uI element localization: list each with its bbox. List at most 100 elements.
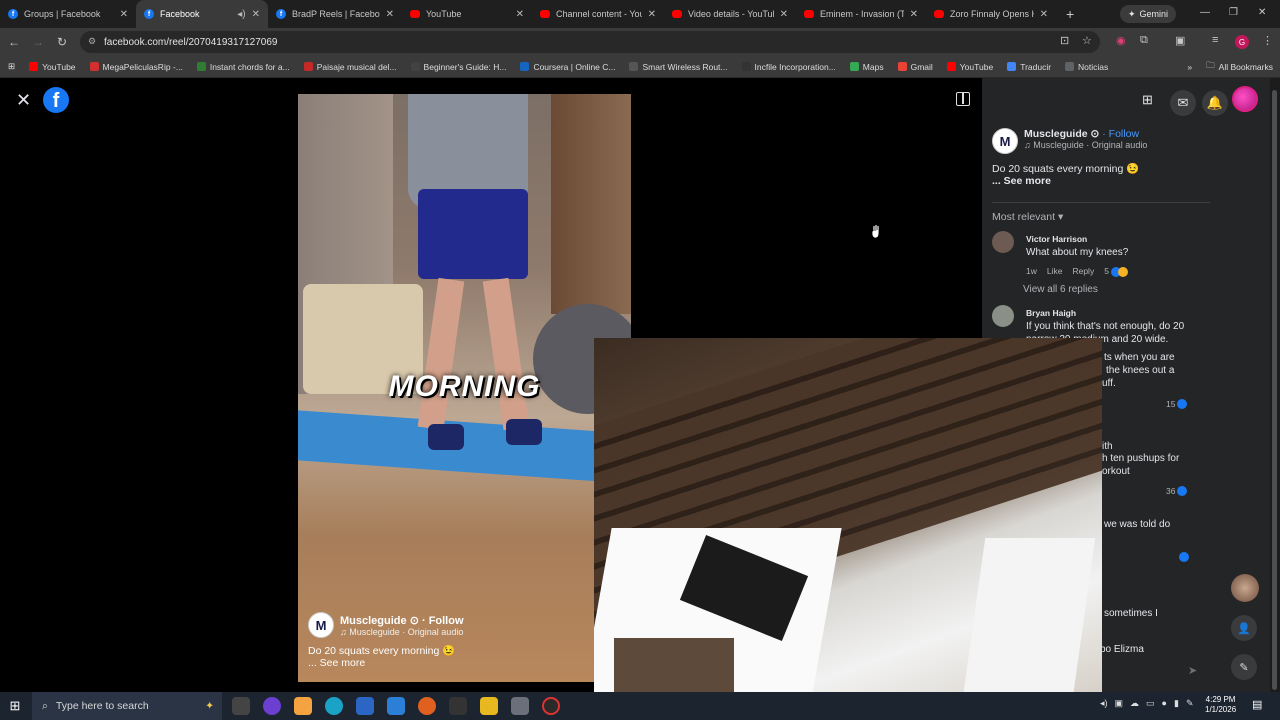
close-tab-icon[interactable]: ✕: [1040, 9, 1048, 20]
bookmark-item[interactable]: Instant chords for a...: [190, 62, 297, 72]
notifications-icon[interactable]: ▤: [1252, 698, 1262, 711]
tab-video-details[interactable]: Video details - YouTube ✕: [664, 0, 796, 28]
app-icon[interactable]: [294, 697, 312, 715]
app-icon[interactable]: [387, 697, 405, 715]
close-tab-icon[interactable]: ✕: [516, 9, 524, 20]
close-icon[interactable]: ✕: [16, 90, 31, 111]
bookmark-item[interactable]: Smart Wireless Rout...: [622, 62, 734, 72]
commenter-name[interactable]: Bryan Haigh: [1026, 308, 1196, 318]
task-view-icon[interactable]: [232, 697, 250, 715]
all-bookmarks-button[interactable]: 🗀 All Bookmarks: [1199, 60, 1280, 74]
bookmark-item[interactable]: Maps: [843, 62, 891, 72]
bookmark-item[interactable]: Incfile Incorporation...: [735, 62, 843, 72]
install-app-icon[interactable]: ⊡: [1060, 34, 1069, 47]
reload-button[interactable]: ↻: [50, 35, 74, 49]
post-audio[interactable]: Muscleguide · Original audio: [1033, 140, 1147, 150]
close-tab-icon[interactable]: ✕: [386, 9, 394, 20]
close-tab-icon[interactable]: ✕: [252, 9, 260, 20]
page-scrollbar[interactable]: [1270, 78, 1280, 692]
extension-icon[interactable]: ◉: [1116, 34, 1126, 47]
close-tab-icon[interactable]: ✕: [910, 9, 918, 20]
pen-icon[interactable]: ✎: [1186, 698, 1194, 709]
new-tab-button[interactable]: +: [1056, 6, 1084, 22]
tab-bradp-reels[interactable]: f BradP Reels | Facebook ✕: [268, 0, 402, 28]
cloud-icon[interactable]: ☁: [1130, 698, 1139, 709]
account-avatar[interactable]: [1232, 86, 1258, 115]
comment-time[interactable]: 1w: [1026, 266, 1037, 276]
minimize-window-button[interactable]: —: [1200, 7, 1210, 18]
new-message-icon[interactable]: ✎: [1231, 654, 1257, 680]
tab-groups-facebook[interactable]: f Groups | Facebook ✕: [0, 0, 136, 28]
speaker-icon[interactable]: ◂): [1100, 698, 1108, 709]
network-icon[interactable]: ▭: [1146, 698, 1155, 709]
close-tab-icon[interactable]: ✕: [780, 9, 788, 20]
browser-menu-icon[interactable]: ⋮: [1262, 34, 1273, 47]
app-icon[interactable]: [449, 697, 467, 715]
post-author[interactable]: Muscleguide: [1024, 128, 1088, 140]
app-circle-icon[interactable]: [263, 697, 281, 715]
see-more-link[interactable]: ... See more: [308, 657, 608, 669]
commenter-name[interactable]: Victor Harrison: [1026, 234, 1206, 244]
mic-icon[interactable]: ●: [1162, 698, 1167, 709]
see-more-link[interactable]: ... See more: [992, 175, 1051, 187]
side-panel-icon[interactable]: ▣: [1175, 34, 1185, 47]
bookmark-item[interactable]: YouTube: [22, 62, 82, 72]
reaction-count[interactable]: 5: [1104, 266, 1129, 277]
address-bar[interactable]: ⚙ facebook.com/reel/2070419317127069: [80, 31, 1100, 53]
reel-video[interactable]: MORNING M Muscleguide ⊙ · Follow ♫ Muscl…: [298, 94, 631, 682]
view-replies-link[interactable]: View all 6 replies: [1023, 284, 1098, 295]
contacts-icon[interactable]: 👤: [1231, 615, 1257, 641]
apps-grid-icon[interactable]: ⊞: [0, 61, 22, 72]
bookmark-item[interactable]: Paisaje musical del...: [297, 62, 404, 72]
reaction-count[interactable]: [1179, 552, 1189, 562]
edge-icon[interactable]: [325, 697, 343, 715]
comment-input-placeholder[interactable]: bo Elizma: [1100, 644, 1144, 655]
reel-audio[interactable]: Muscleguide · Original audio: [349, 627, 463, 637]
back-button[interactable]: ←: [2, 35, 26, 49]
reel-author[interactable]: Muscleguide: [340, 615, 407, 627]
bookmark-item[interactable]: Gmail: [891, 62, 940, 72]
extensions-puzzle-icon[interactable]: ⧉: [1140, 34, 1148, 47]
close-tab-icon[interactable]: ✕: [648, 9, 656, 20]
facebook-logo[interactable]: f: [43, 87, 69, 113]
messenger-icon[interactable]: ✉: [1170, 90, 1196, 116]
bookmark-star-icon[interactable]: ☆: [1082, 34, 1092, 47]
taskbar-search[interactable]: ⌕ Type here to search ✦: [32, 692, 222, 720]
avatar[interactable]: M: [308, 612, 334, 638]
avatar[interactable]: [992, 231, 1014, 253]
forward-button[interactable]: →: [26, 35, 50, 49]
tab-eminem-invasion[interactable]: Eminem - Invasion (Th ✕: [796, 0, 926, 28]
tab-zoro[interactable]: Zoro Finnaly Opens Hi ✕: [926, 0, 1056, 28]
audio-playing-icon[interactable]: ◂): [237, 9, 245, 20]
app-icon[interactable]: [356, 697, 374, 715]
bookmark-item[interactable]: MegaPeliculasRip -...: [83, 62, 190, 72]
chrome-icon[interactable]: [542, 697, 560, 715]
scrollbar-thumb[interactable]: [1272, 90, 1277, 690]
windows-start-icon[interactable]: ⊞: [0, 698, 30, 714]
bookmark-item[interactable]: YouTube: [940, 62, 1000, 72]
reaction-count[interactable]: 15: [1166, 399, 1188, 409]
tray-icon[interactable]: ▣: [1115, 698, 1124, 709]
close-window-button[interactable]: ✕: [1258, 7, 1266, 18]
tab-facebook[interactable]: f Facebook ◂) ✕: [136, 0, 268, 28]
gemini-button[interactable]: ✦ Gemini: [1120, 5, 1177, 23]
close-tab-icon[interactable]: ✕: [120, 9, 128, 20]
comment-sort-dropdown[interactable]: Most relevant ▾: [992, 211, 1063, 223]
media-controls-icon[interactable]: ≡: [1212, 34, 1218, 46]
bookmark-item[interactable]: Coursera | Online C...: [513, 62, 622, 72]
tab-youtube[interactable]: YouTube ✕: [402, 0, 532, 28]
avatar[interactable]: [992, 305, 1014, 327]
reel-thumbnail[interactable]: [1231, 574, 1259, 602]
menu-grid-icon[interactable]: ⊞: [1142, 92, 1153, 108]
tab-channel-content[interactable]: Channel content - YouT ✕: [532, 0, 664, 28]
battery-icon[interactable]: ▮: [1174, 698, 1179, 709]
bookmarks-overflow-icon[interactable]: »: [1180, 62, 1199, 72]
app-icon[interactable]: [418, 697, 436, 715]
restore-window-button[interactable]: ❐: [1229, 7, 1238, 18]
reaction-count[interactable]: 36: [1166, 486, 1188, 496]
app-icon[interactable]: [511, 697, 529, 715]
collapse-panel-icon[interactable]: [956, 92, 970, 106]
system-clock[interactable]: 4:29 PM 1/1/2026: [1205, 695, 1236, 716]
like-button[interactable]: Like: [1047, 266, 1063, 276]
reply-button[interactable]: Reply: [1072, 266, 1094, 276]
